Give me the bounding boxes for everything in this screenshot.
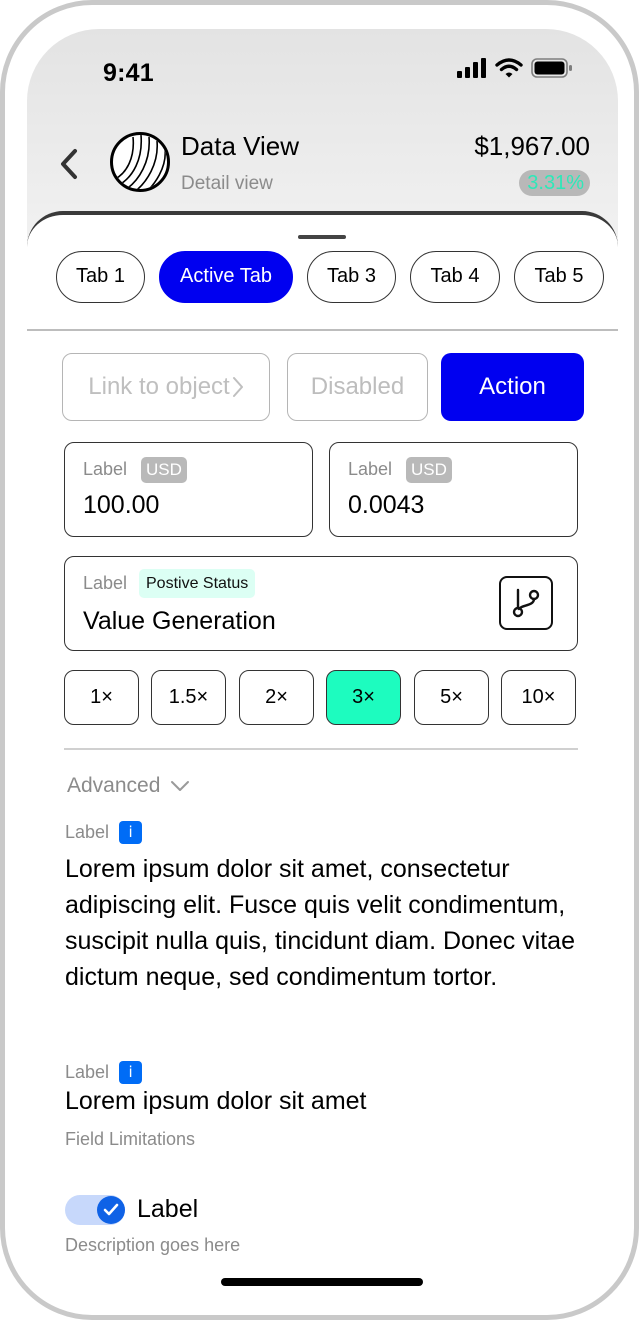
info-icon[interactable]: i — [119, 821, 143, 844]
bottom-sheet: Tab 1 Active Tab Tab 3 Tab 4 Tab 5 Link … — [27, 211, 618, 1301]
branch-icon[interactable] — [499, 576, 553, 630]
chevron-down-icon — [170, 780, 190, 792]
disabled-button: Disabled — [287, 353, 428, 421]
tab-4[interactable]: Tab 4 — [410, 251, 500, 303]
home-indicator[interactable] — [221, 1278, 423, 1286]
section-divider — [64, 748, 578, 750]
field-value: 100.00 — [83, 491, 160, 519]
link-to-object-button[interactable]: Link to object — [62, 353, 270, 421]
multiplier-1x[interactable]: 1× — [64, 670, 139, 725]
currency-badge: USD — [141, 457, 187, 483]
currency-badge: USD — [406, 457, 452, 483]
field-label: Label — [348, 459, 393, 479]
page-subtitle: Detail view — [181, 173, 273, 194]
section-label: Label — [65, 822, 110, 842]
wifi-icon — [495, 57, 523, 83]
amount-field-1[interactable]: Label USD 100.00 — [64, 442, 313, 537]
status-icons — [457, 57, 573, 83]
change-badge: 3.31% — [519, 170, 590, 196]
status-field[interactable]: Label Postive Status Value Generation — [64, 556, 578, 651]
field-value: 0.0043 — [348, 491, 425, 519]
checkmark-icon — [103, 1203, 119, 1217]
section-1-text: Lorem ipsum dolor sit amet, consectetur … — [65, 855, 575, 991]
amount-field-2[interactable]: Label USD 0.0043 — [329, 442, 578, 537]
screen: 9:41 Data View Detail view $1,967.00 3.3… — [27, 29, 618, 1301]
field-value: Value Generation — [83, 607, 276, 635]
section-2-label-row: Label i — [65, 1061, 143, 1084]
advanced-toggle[interactable]: Advanced — [67, 772, 190, 800]
positive-status-badge: Postive Status — [139, 569, 256, 598]
advanced-label: Advanced — [67, 774, 161, 797]
price-value: $1,967.00 — [474, 131, 590, 161]
phone-frame: 9:41 Data View Detail view $1,967.00 3.3… — [0, 0, 639, 1320]
multiplier-3x[interactable]: 3× — [326, 670, 401, 725]
back-chevron-icon[interactable] — [57, 147, 81, 181]
multiplier-10x[interactable]: 10× — [501, 670, 576, 725]
multiplier-1-5x[interactable]: 1.5× — [151, 670, 226, 725]
toggle-knob — [97, 1196, 125, 1224]
field-label: Label — [83, 459, 128, 479]
multiplier-2x[interactable]: 2× — [239, 670, 314, 725]
info-icon[interactable]: i — [119, 1061, 143, 1084]
tab-3[interactable]: Tab 3 — [307, 251, 396, 303]
page-title: Data View — [181, 131, 300, 161]
tab-active[interactable]: Active Tab — [159, 251, 293, 303]
cellular-signal-icon — [457, 57, 487, 83]
multiplier-5x[interactable]: 5× — [414, 670, 489, 725]
label-toggle[interactable] — [65, 1195, 125, 1225]
field-label: Label — [83, 573, 128, 593]
tab-1[interactable]: Tab 1 — [56, 251, 145, 303]
toggle-description: Description goes here — [65, 1235, 241, 1255]
chevron-right-icon — [232, 376, 244, 398]
toggle-label: Label — [137, 1195, 199, 1223]
wave-logo-icon — [110, 132, 170, 192]
section-1-label-row: Label i — [65, 821, 143, 844]
field-limitations-text: Field Limitations — [65, 1129, 196, 1149]
section-label: Label — [65, 1062, 110, 1082]
sheet-grabber[interactable] — [298, 235, 346, 239]
status-time: 9:41 — [103, 59, 154, 87]
section-2-text: Lorem ipsum dolor sit amet — [65, 1087, 367, 1115]
battery-icon — [531, 57, 573, 83]
tab-5[interactable]: Tab 5 — [514, 251, 604, 303]
action-button[interactable]: Action — [441, 353, 584, 421]
tabs-divider — [27, 329, 618, 331]
link-button-label: Link to object — [88, 373, 230, 400]
